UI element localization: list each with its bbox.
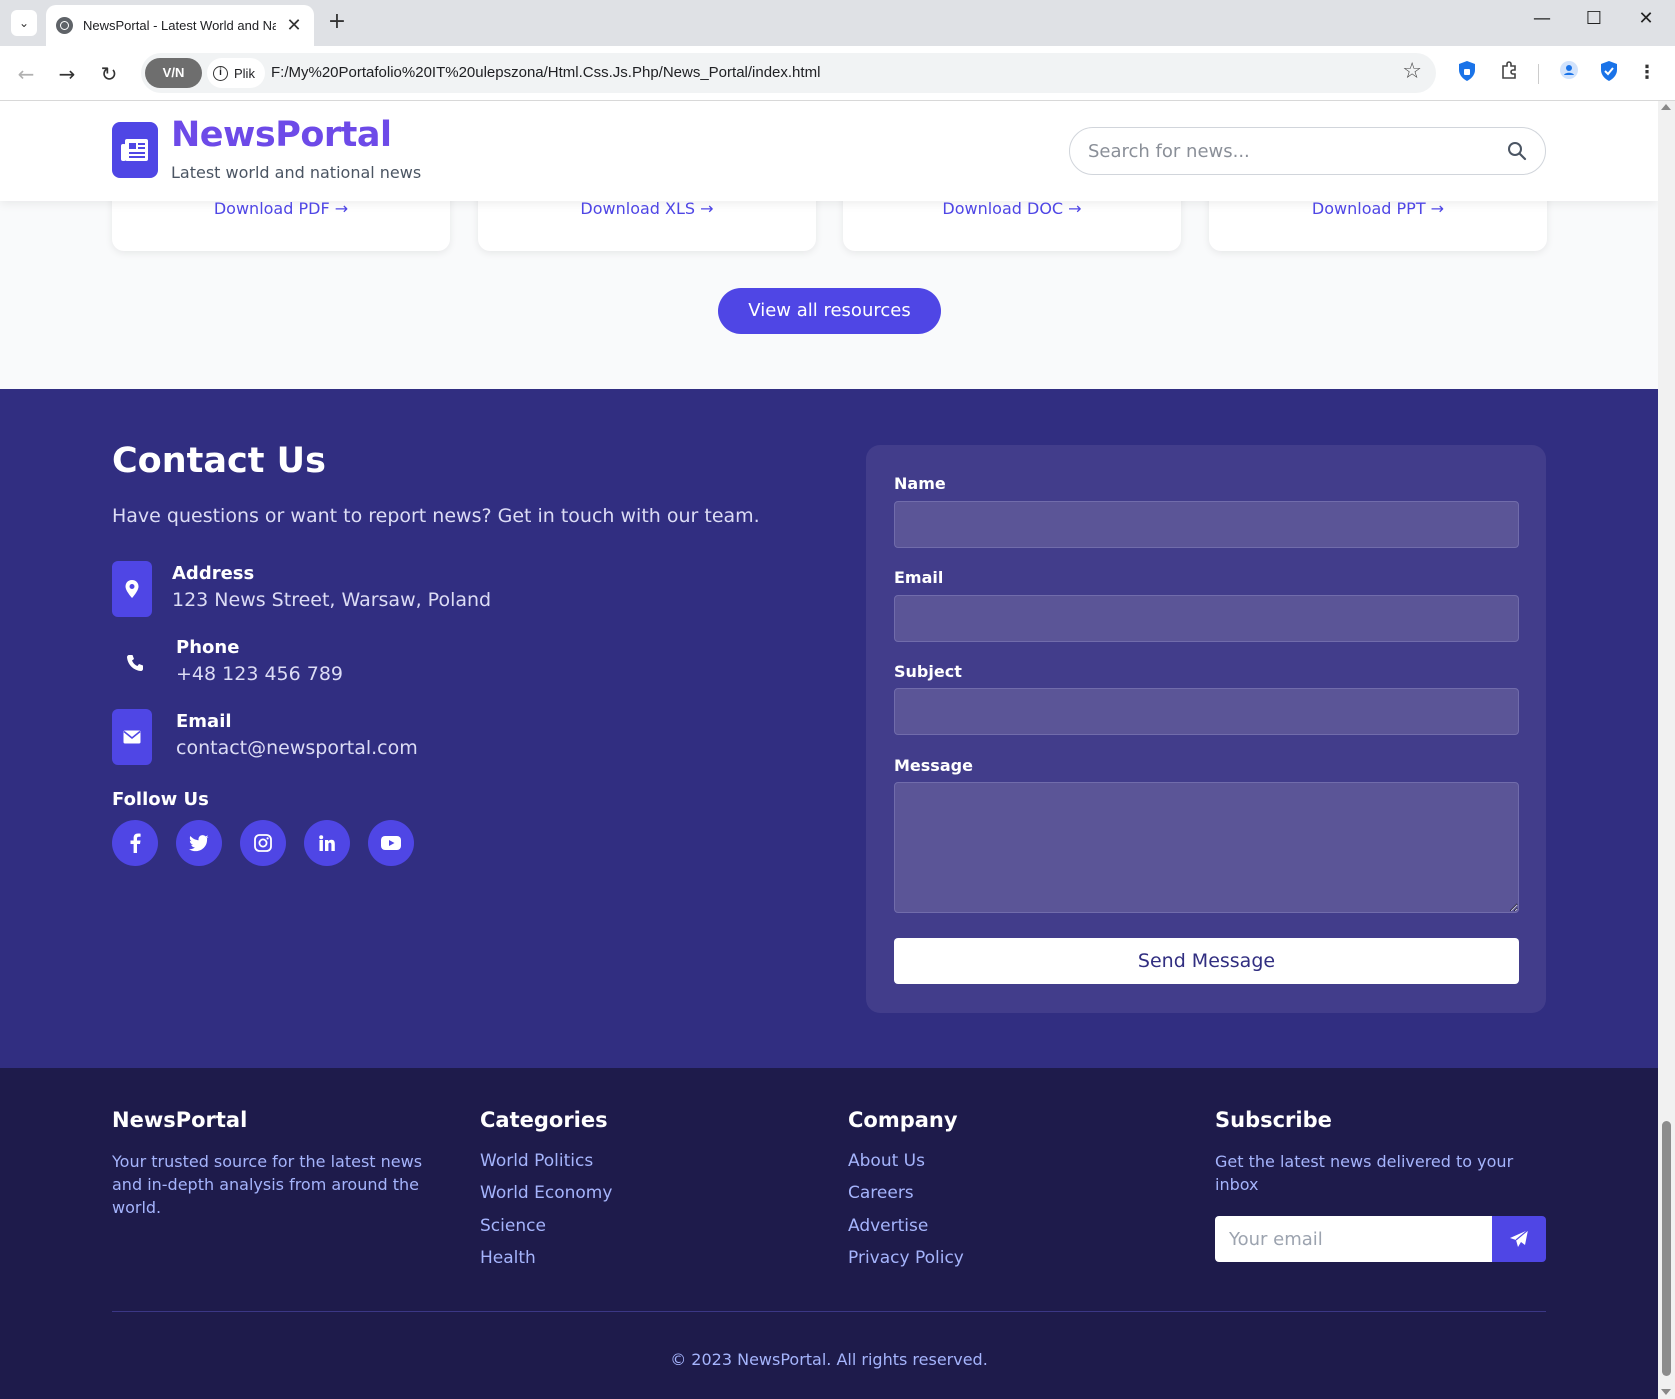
address-label: Address [172,563,255,584]
scroll-up-arrow-icon[interactable] [1661,104,1671,110]
footer-subscribe-text: Get the latest news delivered to your in… [1215,1152,1514,1194]
subject-field-label: Subject [894,662,962,681]
vpn-badge[interactable]: V/N [145,58,202,88]
site-footer: NewsPortal Your trusted source for the l… [0,1068,1658,1399]
footer-link-health[interactable]: Health [480,1248,536,1268]
site-logo-title[interactable]: NewsPortal [171,115,392,155]
search-icon[interactable] [1507,141,1527,161]
browser-menu-kebab-icon[interactable]: ⋮ [1634,60,1660,86]
message-field[interactable] [894,782,1519,913]
view-all-resources-button[interactable]: View all resources [718,288,941,334]
linkedin-icon[interactable] [304,820,350,866]
contact-subtitle: Have questions or want to report news? G… [112,505,760,527]
tab-title: NewsPortal - Latest World and Nat [83,18,276,33]
security-label: Plik [234,65,255,81]
contact-form: Name Email Subject Message Send Message [866,445,1546,1013]
footer-categories-title: Categories [480,1108,608,1132]
instagram-icon[interactable] [240,820,286,866]
footer-link-world-economy[interactable]: World Economy [480,1183,612,1203]
close-tab-icon[interactable]: ✕ [284,15,304,36]
follow-us-title: Follow Us [112,789,209,810]
bookmark-star-icon[interactable]: ☆ [1402,59,1422,84]
facebook-icon[interactable] [112,820,158,866]
newspaper-logo-icon[interactable] [112,122,158,178]
name-field[interactable] [894,501,1519,548]
footer-link-science[interactable]: Science [480,1216,546,1236]
page-scrollbar[interactable] [1658,101,1675,1399]
browser-tab-bar: ⌄ NewsPortal - Latest World and Nat ✕ + … [0,0,1675,46]
email-value[interactable]: contact@newsportal.com [176,737,418,759]
footer-link-privacy-policy[interactable]: Privacy Policy [848,1248,964,1268]
footer-link-world-politics[interactable]: World Politics [480,1151,593,1171]
footer-brand-text: Your trusted source for the latest news … [112,1152,423,1217]
address-bar[interactable]: V/N i Plik F:/My%20Portafolio%20IT%20ule… [141,53,1436,93]
message-field-label: Message [894,756,973,775]
download-doc-link[interactable]: Download DOC → [843,199,1181,218]
subscribe-send-button[interactable] [1492,1216,1546,1262]
reload-icon[interactable]: ↻ [95,60,123,88]
map-pin-icon [112,561,152,617]
extensions-puzzle-icon[interactable] [1496,60,1522,86]
scrollbar-thumb[interactable] [1662,1121,1671,1376]
download-xls-link[interactable]: Download XLS → [478,199,816,218]
phone-label: Phone [176,637,240,658]
email-label: Email [176,711,232,732]
contact-section: Contact Us Have questions or want to rep… [0,389,1658,1068]
email-field-label: Email [894,568,944,587]
info-icon: i [213,65,228,81]
footer-link-advertise[interactable]: Advertise [848,1216,928,1236]
back-arrow-icon[interactable]: ← [12,60,40,88]
subject-field[interactable] [894,688,1519,735]
search-input[interactable] [1088,128,1488,174]
footer-divider [112,1311,1546,1312]
url-text[interactable]: F:/My%20Portafolio%20IT%20ulepszona/Html… [271,53,820,93]
minimize-icon[interactable]: — [1522,8,1562,29]
security-shield-check-icon[interactable] [1596,60,1622,86]
name-field-label: Name [894,474,946,493]
profile-avatar-icon[interactable] [1556,60,1582,86]
envelope-icon [112,709,152,765]
phone-icon [115,635,155,691]
maximize-icon[interactable]: ☐ [1574,8,1614,29]
new-tab-icon[interactable]: + [324,10,350,36]
footer-company-title: Company [848,1108,958,1132]
page-viewport: NewsPortal Latest world and national new… [0,101,1658,1399]
toolbar-separator [1538,64,1539,84]
paper-plane-icon [1510,1229,1529,1247]
phone-value: +48 123 456 789 [176,663,344,685]
footer-link-about-us[interactable]: About Us [848,1151,925,1171]
footer-brand-title: NewsPortal [112,1108,248,1132]
download-ppt-link[interactable]: Download PPT → [1209,199,1547,218]
address-value: 123 News Street, Warsaw, Poland [172,589,492,611]
twitter-icon[interactable] [176,820,222,866]
scroll-down-arrow-icon[interactable] [1661,1389,1671,1395]
site-info-button[interactable]: i Plik [207,58,265,88]
browser-toolbar: ← → ↻ V/N i Plik F:/My%20Portafolio%20IT… [0,46,1675,101]
footer-subscribe-title: Subscribe [1215,1108,1332,1132]
site-header: NewsPortal Latest world and national new… [0,101,1658,201]
download-pdf-link[interactable]: Download PDF → [112,199,450,218]
email-field[interactable] [894,595,1519,642]
copyright-text: © 2023 NewsPortal. All rights reserved. [670,1350,988,1369]
subscribe-email-input[interactable] [1215,1216,1492,1262]
search-box [1069,127,1546,175]
globe-icon [56,17,73,34]
footer-link-careers[interactable]: Careers [848,1183,914,1203]
tab-search-chevron-icon[interactable]: ⌄ [11,10,37,36]
forward-arrow-icon[interactable]: → [53,60,81,88]
password-manager-icon[interactable] [1454,60,1480,86]
youtube-icon[interactable] [368,820,414,866]
close-window-icon[interactable]: ✕ [1626,8,1666,29]
browser-tab[interactable]: NewsPortal - Latest World and Nat ✕ [46,5,314,46]
send-message-button[interactable]: Send Message [894,938,1519,984]
site-tagline: Latest world and national news [171,163,422,182]
contact-title: Contact Us [112,441,326,481]
